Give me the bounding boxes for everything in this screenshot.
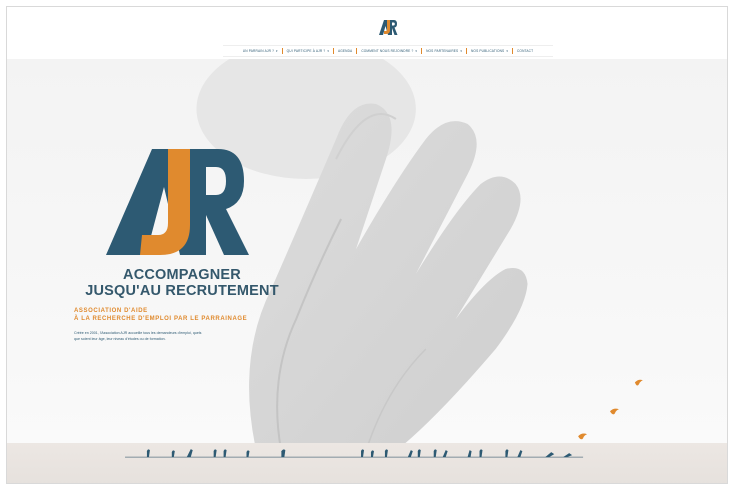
birds-on-wire-illustration <box>125 379 643 458</box>
bird-icons <box>146 449 573 458</box>
flying-bird-icons <box>578 379 643 440</box>
page-frame: UN PARRAIN AJR ? ▾ QUI PARTICIPE À AJR ? ▾… <box>6 6 728 484</box>
